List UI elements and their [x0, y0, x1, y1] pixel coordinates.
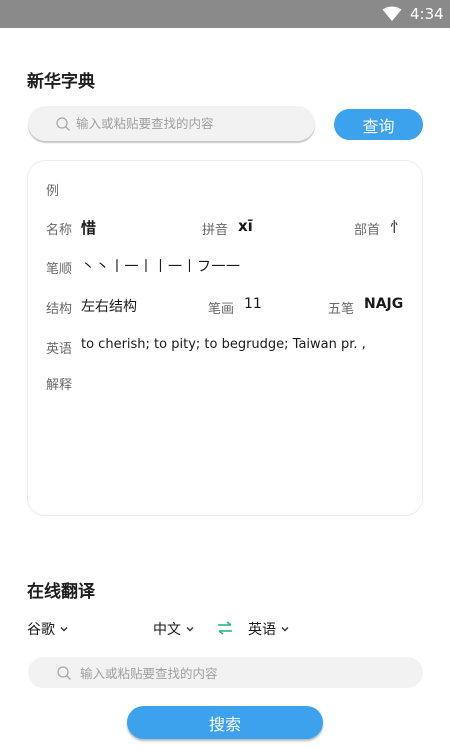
stroke-order-value: 丶丶丨一丨丨一丨フ一一: [81, 259, 241, 275]
chevron-down-icon: [281, 627, 289, 632]
stroke-order-label: 笔顺: [46, 262, 73, 277]
engine-select[interactable]: 谷歌: [27, 619, 69, 639]
dictionary-search-box[interactable]: [28, 106, 315, 141]
dictionary-title: 新华字典: [27, 72, 95, 92]
source-language-value: 中文: [153, 622, 181, 638]
search-icon: [56, 665, 72, 681]
chevron-down-icon: [60, 627, 68, 632]
structure-value: 左右结构: [81, 299, 137, 315]
status-bar: 4:34: [0, 0, 450, 28]
strokes-label: 笔画: [208, 302, 235, 317]
radical-label: 部首: [354, 223, 381, 238]
wifi-icon: [382, 6, 402, 21]
explanation-label: 解释: [46, 378, 73, 393]
dictionary-search-input[interactable]: [76, 112, 306, 134]
structure-label: 结构: [46, 302, 73, 317]
swap-arrows-icon[interactable]: [217, 621, 233, 635]
translation-search-box[interactable]: [28, 657, 423, 688]
translation-options: 谷歌 中文 英语: [0, 618, 450, 642]
translation-search-input[interactable]: [80, 662, 400, 684]
english-value: to cherish; to pity; to begrudge; Taiwan…: [81, 337, 366, 352]
pinyin-label: 拼音: [202, 223, 229, 238]
english-label: 英语: [46, 342, 73, 357]
engine-value: 谷歌: [27, 622, 55, 638]
wubi-value: NAJG: [364, 296, 404, 312]
target-language-select[interactable]: 英语: [248, 619, 290, 639]
query-button[interactable]: 查询: [334, 109, 423, 140]
wubi-label: 五笔: [328, 302, 355, 317]
source-language-select[interactable]: 中文: [153, 619, 195, 639]
strokes-value: 11: [244, 296, 262, 312]
name-value: 惜: [81, 219, 97, 237]
status-time: 4:34: [410, 5, 444, 23]
pinyin-value: xī: [238, 217, 253, 235]
character-info-card: 例 名称 惜 拼音 xī 部首 忄 笔顺 丶丶丨一丨丨一丨フ一一 结构 左右结构…: [27, 160, 423, 516]
radical-value: 忄: [390, 220, 404, 236]
target-language-value: 英语: [248, 622, 276, 638]
search-icon: [55, 116, 71, 132]
chevron-down-icon: [186, 627, 194, 632]
example-label: 例: [46, 184, 60, 199]
translation-title: 在线翻译: [27, 582, 95, 602]
name-label: 名称: [46, 223, 73, 238]
search-button[interactable]: 搜索: [127, 706, 323, 739]
